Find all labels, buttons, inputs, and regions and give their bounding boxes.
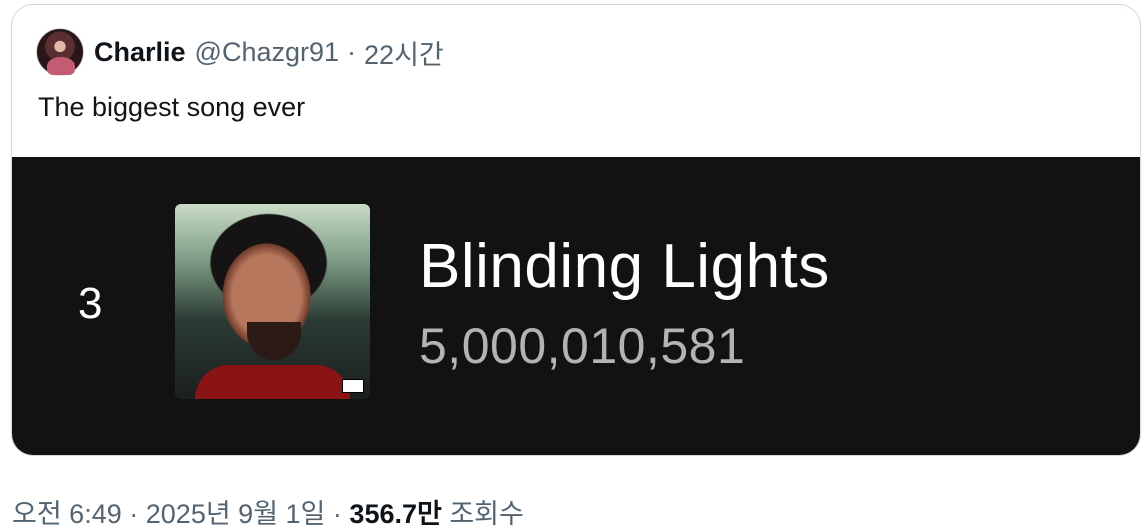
- dot-separator: ·: [129, 499, 139, 529]
- album-cover-jacket: [195, 365, 350, 399]
- quoted-tweet-author-row: Charlie @Chazgr91 · 22시간: [36, 27, 444, 77]
- parental-advisory-badge: [342, 379, 364, 393]
- stream-count: 5,000,010,581: [419, 318, 746, 374]
- quoted-tweet-text: The biggest song ever: [38, 92, 306, 122]
- album-cover-detail: [247, 322, 301, 360]
- tweet-time[interactable]: 오전 6:49: [12, 499, 122, 529]
- post-time[interactable]: 22시간: [364, 33, 444, 72]
- author-handle[interactable]: @Chazgr91: [195, 37, 339, 68]
- avatar[interactable]: [36, 28, 84, 76]
- dot-separator: ·: [332, 499, 342, 529]
- view-count: 356.7만: [349, 499, 442, 529]
- dot-separator: ·: [347, 36, 357, 67]
- quoted-tweet-card[interactable]: Charlie @Chazgr91 · 22시간 The biggest son…: [11, 4, 1141, 456]
- album-cover-image: [175, 204, 370, 399]
- view-count-label: 조회수: [449, 499, 524, 529]
- author-name[interactable]: Charlie: [94, 37, 186, 68]
- tweet-date[interactable]: 2025년 9월 1일: [146, 499, 326, 529]
- song-title: Blinding Lights: [419, 232, 830, 301]
- tweet-media-image[interactable]: 3 Blinding Lights 5,000,010,581: [12, 157, 1140, 455]
- chart-rank: 3: [78, 279, 103, 328]
